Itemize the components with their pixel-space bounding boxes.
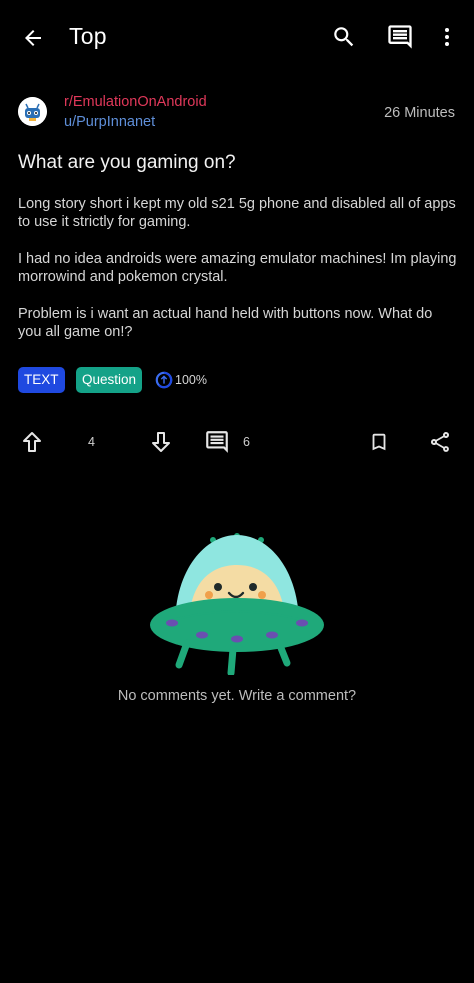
upvote-ratio-value: 100% bbox=[175, 373, 207, 387]
search-icon[interactable] bbox=[326, 19, 362, 55]
post-paragraph: I had no idea androids were amazing emul… bbox=[18, 251, 457, 285]
upvote-ratio-icon bbox=[155, 371, 173, 389]
share-icon[interactable] bbox=[426, 428, 454, 456]
post-header: r/EmulationOnAndroid u/PurpInnanet 26 Mi… bbox=[0, 90, 474, 138]
subreddit-avatar-icon[interactable] bbox=[18, 97, 47, 126]
app-bar: Top bbox=[0, 0, 474, 76]
post-actions: 4 6 bbox=[0, 422, 474, 462]
post-tags: TEXT Question 100% bbox=[18, 367, 458, 395]
post-paragraph: Long story short i kept my old s21 5g ph… bbox=[18, 196, 456, 230]
write-comment-prompt[interactable]: No comments yet. Write a comment? bbox=[0, 688, 474, 704]
flair-badge[interactable]: Question bbox=[76, 367, 143, 393]
upvote-ratio: 100% bbox=[155, 369, 207, 391]
score-count: 4 bbox=[88, 435, 95, 449]
post-type-badge: TEXT bbox=[18, 367, 65, 393]
subreddit-link[interactable]: r/EmulationOnAndroid bbox=[64, 94, 207, 110]
back-arrow-icon[interactable] bbox=[14, 19, 52, 57]
more-vertical-icon[interactable] bbox=[432, 19, 462, 55]
post-title: What are you gaming on? bbox=[18, 152, 236, 173]
post-timestamp: 26 Minutes bbox=[384, 105, 455, 121]
post-body: Long story short i kept my old s21 5g ph… bbox=[18, 195, 458, 360]
empty-comments: No comments yet. Write a comment? bbox=[0, 520, 474, 720]
upvote-icon[interactable] bbox=[18, 428, 46, 456]
ufo-alien-icon bbox=[147, 525, 327, 677]
page-title: Top bbox=[69, 23, 107, 49]
downvote-icon[interactable] bbox=[147, 428, 175, 456]
comment-icon[interactable] bbox=[202, 428, 232, 456]
post-paragraph: Problem is i want an actual hand held wi… bbox=[18, 306, 433, 340]
comment-count: 6 bbox=[243, 435, 250, 449]
bookmark-icon[interactable] bbox=[366, 428, 392, 456]
comments-icon[interactable] bbox=[381, 19, 419, 55]
author-link[interactable]: u/PurpInnanet bbox=[64, 114, 155, 130]
